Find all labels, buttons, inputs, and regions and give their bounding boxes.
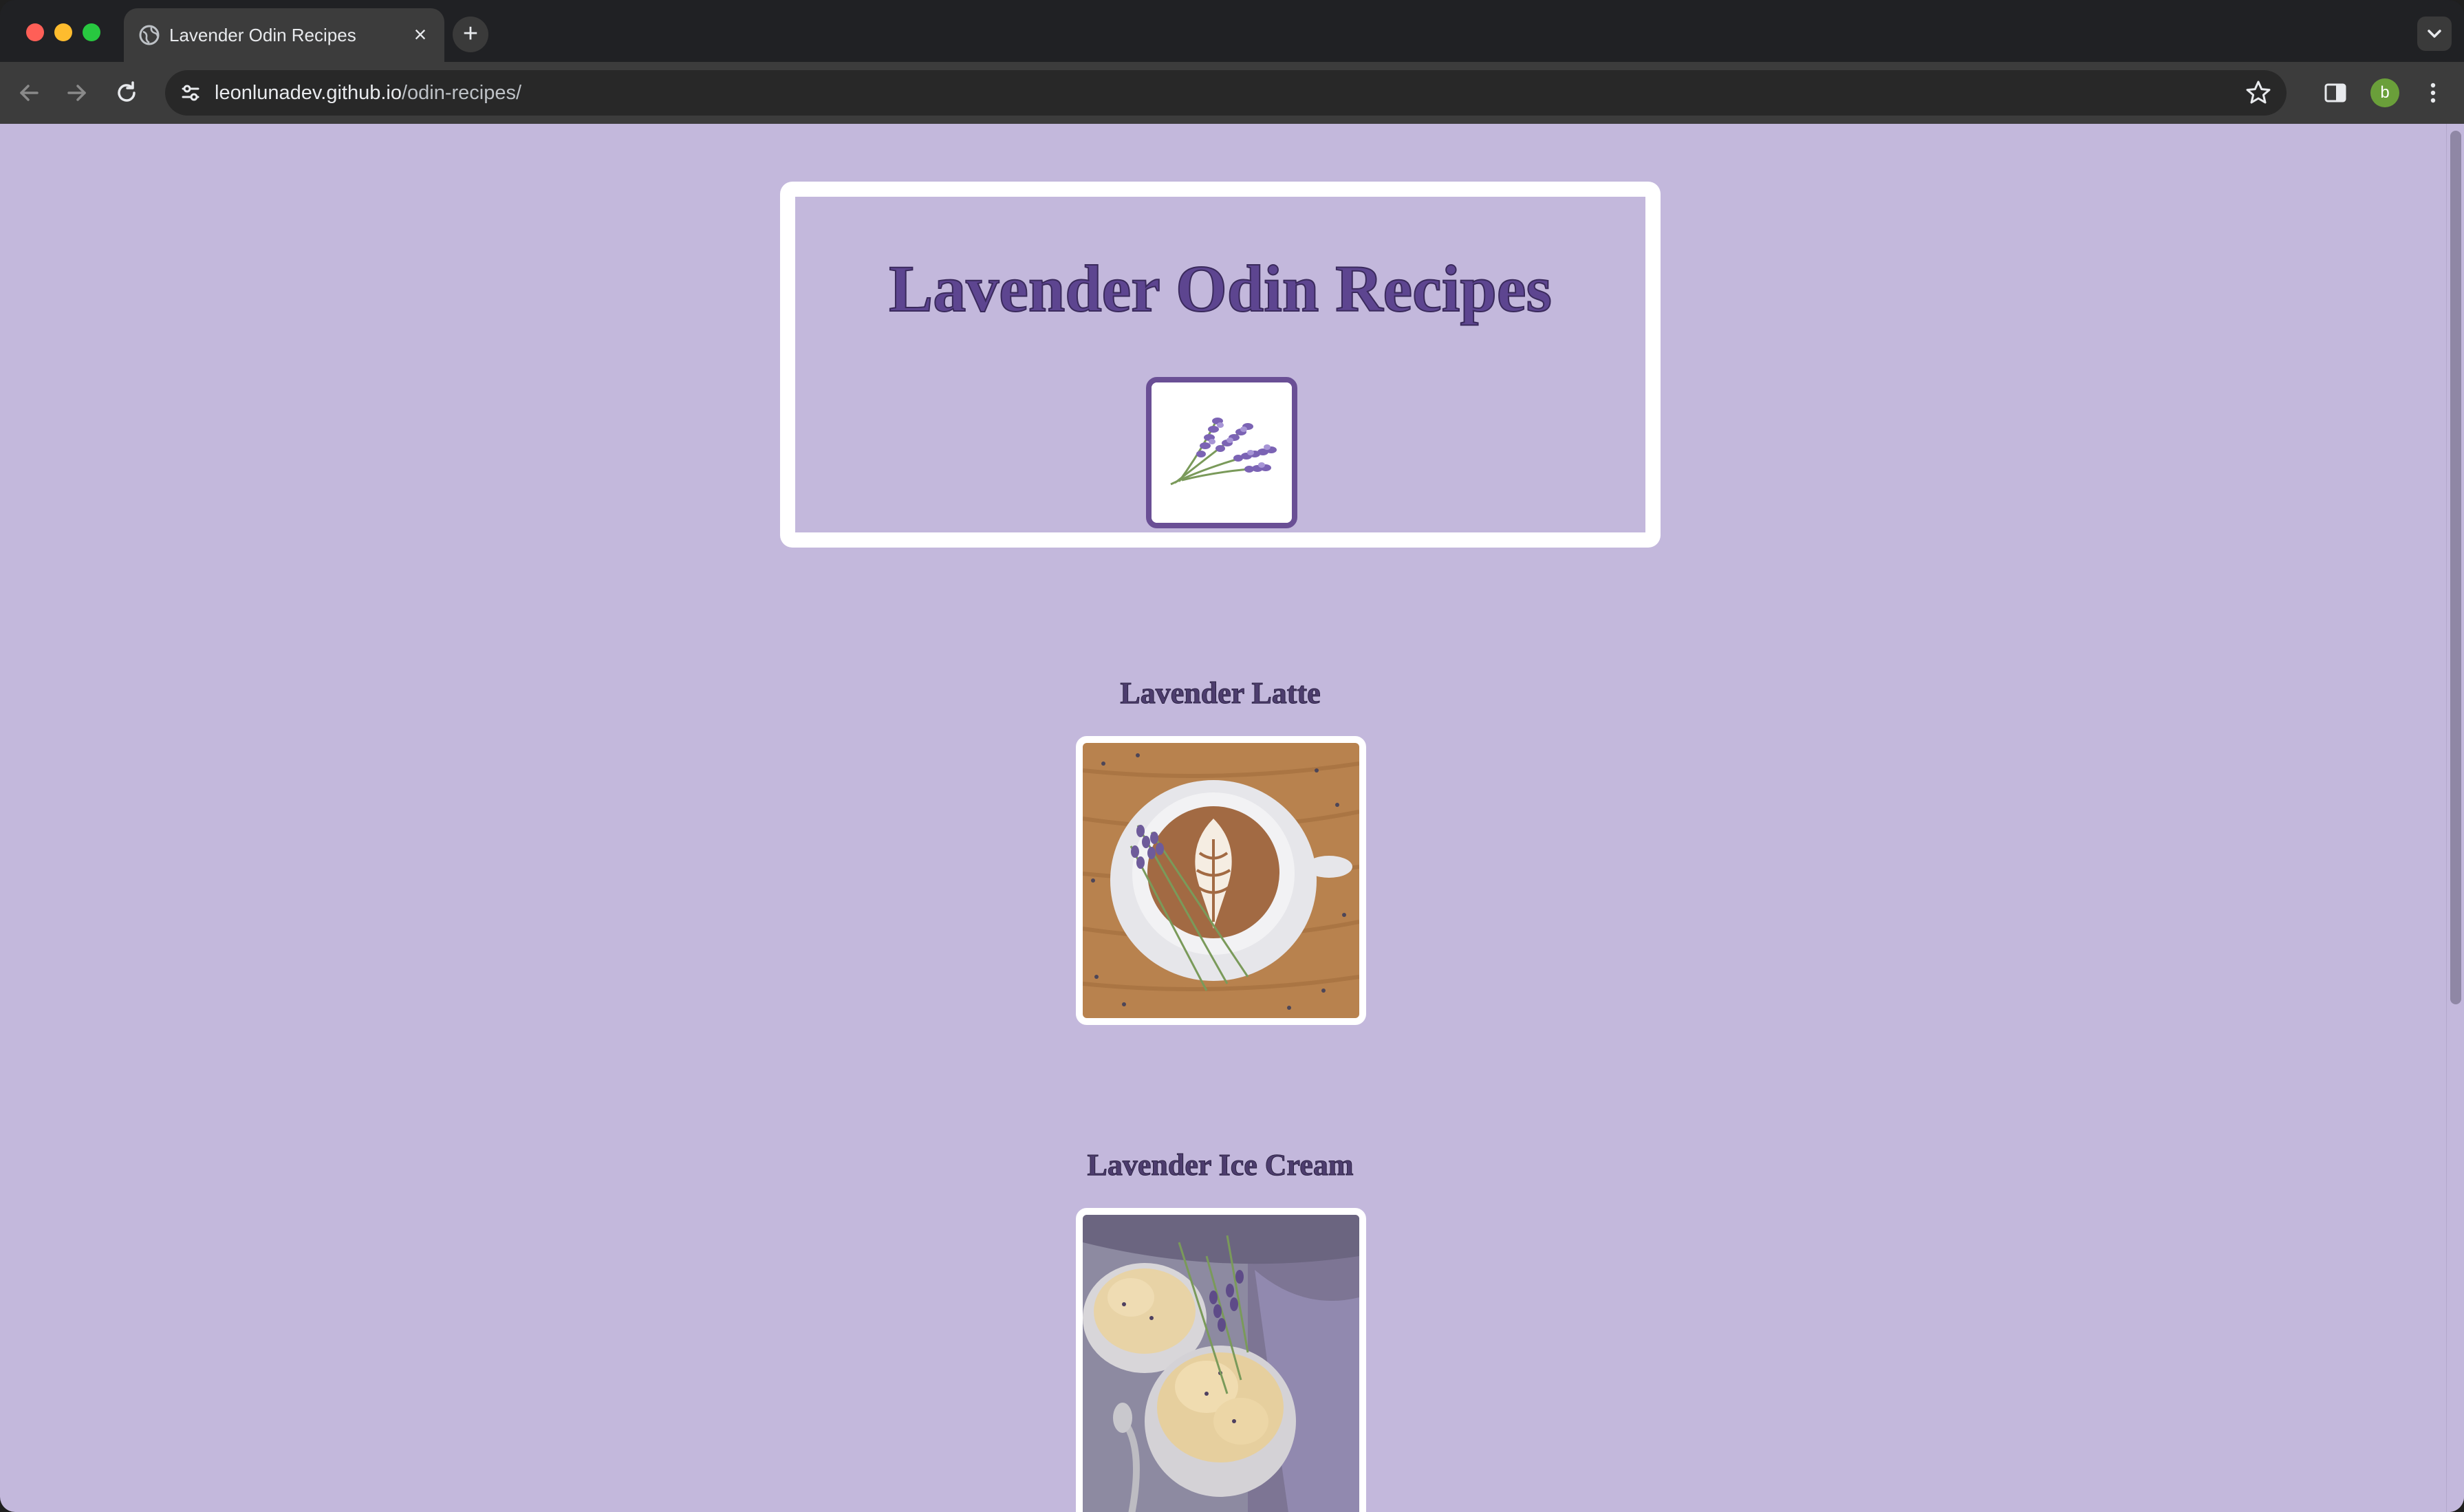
reload-button[interactable] — [110, 76, 143, 109]
back-button[interactable] — [12, 76, 45, 109]
lavender-sprig-image — [1146, 377, 1297, 528]
tab-strip: Lavender Odin Recipes × + — [0, 0, 2464, 62]
arrow-left-icon — [20, 85, 39, 101]
tab-close-button[interactable]: × — [407, 22, 433, 48]
site-info-icon[interactable] — [177, 80, 204, 106]
browser-toolbar: leonlunadev.github.io/odin-recipes/ b — [0, 62, 2464, 124]
page-scrollbar[interactable] — [2446, 124, 2464, 1512]
side-panel-button[interactable] — [2320, 77, 2351, 109]
tab-title: Lavender Odin Recipes — [169, 25, 356, 45]
url-path: /odin-recipes/ — [401, 82, 522, 104]
recipe-link-lavender-latte[interactable]: Lavender Latte — [945, 674, 1495, 713]
globe-icon — [138, 23, 161, 47]
chevron-down-icon — [2428, 30, 2441, 38]
forward-button[interactable] — [61, 76, 94, 109]
browser-menu-button[interactable] — [2417, 77, 2449, 109]
side-panel-icon — [2324, 83, 2346, 102]
reload-icon — [118, 81, 136, 102]
page-header: Lavender Odin Recipes — [780, 182, 1661, 548]
page-title: Lavender Odin Recipes — [888, 251, 1553, 326]
profile-avatar[interactable]: b — [2370, 78, 2399, 107]
tab-lavender-odin-recipes[interactable]: Lavender Odin Recipes × — [124, 8, 444, 62]
new-tab-button[interactable]: + — [453, 17, 488, 52]
url-host: leonlunadev.github.io — [215, 82, 402, 104]
address-bar[interactable]: leonlunadev.github.io/odin-recipes/ — [165, 70, 2287, 116]
minimize-window-button[interactable] — [54, 23, 72, 41]
more-vertical-icon — [2430, 83, 2436, 103]
arrow-right-icon — [67, 85, 86, 101]
url-text: leonlunadev.github.io/odin-recipes/ — [215, 80, 521, 106]
lavender-latte-photo — [1076, 736, 1366, 1025]
browser-window: Lavender Odin Recipes × + leonlunadev.gi… — [0, 0, 2464, 1512]
lavender-ice-cream-photo — [1076, 1208, 1366, 1512]
recipe-link-lavender-ice-cream[interactable]: Lavender Ice Cream — [945, 1146, 1495, 1185]
maximize-window-button[interactable] — [83, 23, 100, 41]
bookmark-star-icon[interactable] — [2244, 78, 2273, 107]
scrollbar-thumb[interactable] — [2450, 131, 2461, 1004]
close-window-button[interactable] — [26, 23, 44, 41]
tab-search-button[interactable] — [2417, 17, 2452, 51]
page-viewport: Lavender Odin Recipes Lavender Latte Lav… — [0, 124, 2464, 1512]
